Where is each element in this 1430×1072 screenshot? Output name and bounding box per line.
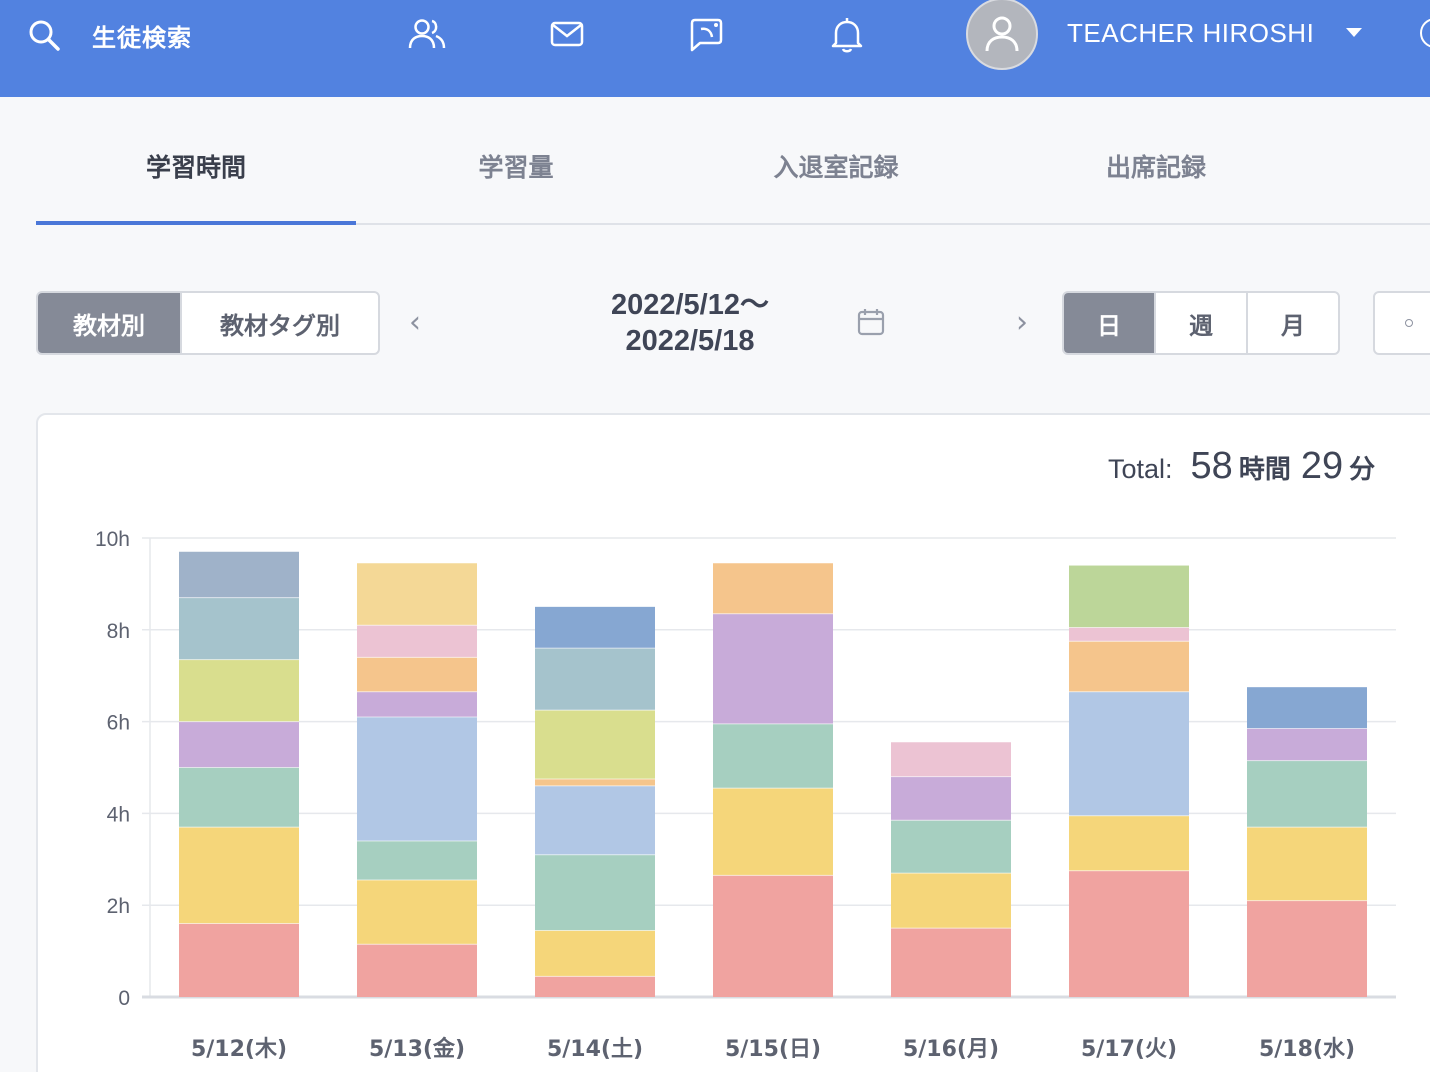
study-time-chart: 0 2h 4h 6h 8h 10h 5/12(木) 5/13(金) 5/14(土) 5/15(日)… [95,528,1396,1062]
bar-segment [179,551,299,598]
bar-segment [179,827,299,924]
bar-segment [535,710,655,779]
y-tick-label: 6h [107,712,130,735]
bar-segment [891,873,1011,929]
bar-segment [535,778,655,786]
bar-segment [357,717,477,841]
x-tick-label: 5/16(月) [903,1037,999,1062]
bar-segment [1069,641,1189,692]
bar-segment [1247,728,1367,761]
x-tick-label: 5/17(火) [1081,1037,1177,1062]
bar-segment [1069,565,1189,628]
bar-segment [1069,627,1189,642]
bar-segment [535,648,655,711]
bar-segment [357,840,477,880]
bar-segment [535,976,655,997]
bar-segment [357,944,477,997]
bar-segment [891,928,1011,997]
bar-segment [1247,687,1367,729]
bar-segment [1247,900,1367,997]
bar-segment [357,563,477,626]
x-tick-label: 5/15(日) [725,1037,821,1062]
bar-segment [891,820,1011,874]
bar-segment [535,606,655,649]
bar-segment [713,788,833,876]
bar-segment [1247,760,1367,828]
bar-segment [357,657,477,692]
bar-segment [357,879,477,945]
bar-segment [1069,815,1189,871]
bar-segment [1247,827,1367,901]
bar-segment [891,776,1011,821]
y-tick-label: 4h [107,803,130,826]
bar-segment [535,854,655,931]
bar-segment [713,875,833,997]
x-tick-label: 5/14(土) [547,1037,643,1062]
bar-segment [535,785,655,855]
bar-segment [357,691,477,718]
x-tick-label: 5/12(木) [191,1037,287,1062]
x-tick-label: 5/13(金) [369,1036,465,1062]
bar-segment [1069,691,1189,816]
bar-segment [179,721,299,768]
y-tick-label: 0 [118,987,130,1010]
y-tick-label: 2h [107,895,130,918]
bar-segment [179,597,299,660]
bar-segment [713,613,833,724]
bar-segment [179,923,299,997]
bar-segment [535,930,655,977]
bar-segment [179,767,299,828]
y-tick-label: 8h [107,620,130,643]
bar-segment [891,742,1011,777]
bar-segment [713,723,833,789]
x-tick-label: 5/18(水) [1259,1037,1355,1062]
bar-segment [179,659,299,722]
bar-segment [1069,870,1189,997]
bar-segment [357,625,477,658]
bar-segment [713,563,833,614]
y-tick-label: 10h [95,528,130,551]
